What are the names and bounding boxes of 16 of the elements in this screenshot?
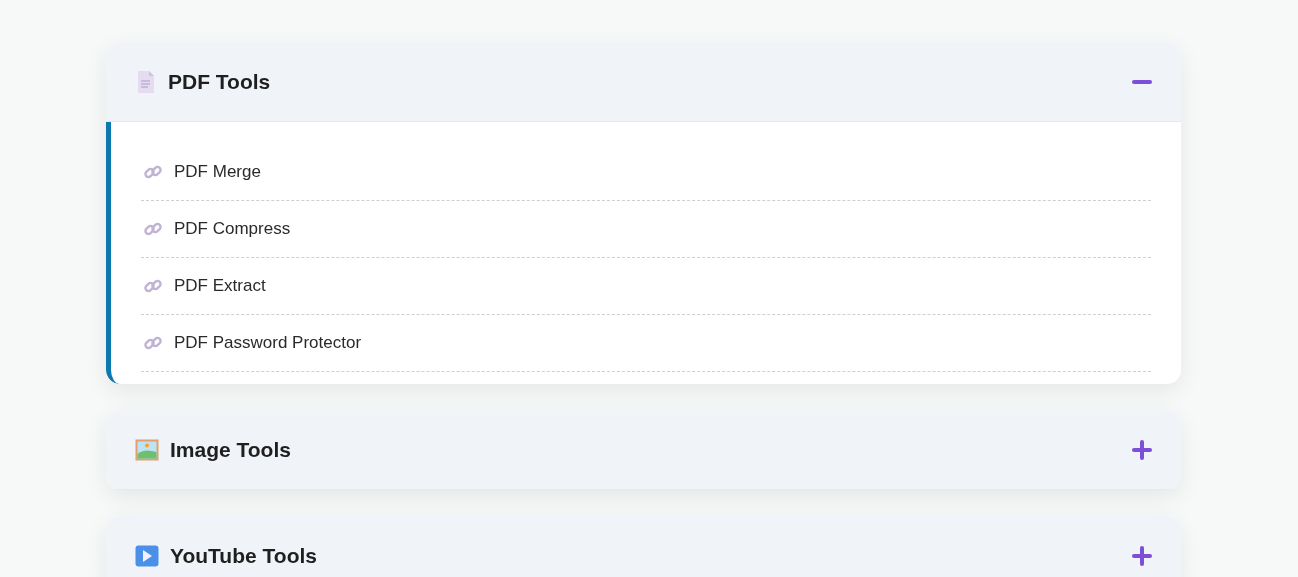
section-title: Image Tools: [170, 436, 292, 463]
tool-link[interactable]: PDF Merge: [174, 159, 261, 185]
expand-icon[interactable]: [1132, 545, 1152, 566]
accordion-header[interactable]: YouTube Tools: [106, 516, 1181, 577]
expand-icon[interactable]: [1132, 439, 1152, 460]
section-title: YouTube Tools: [170, 542, 318, 569]
tool-link[interactable]: PDF Compress: [174, 216, 291, 242]
accordion-header[interactable]: Image Tools: [106, 410, 1181, 490]
document-icon: [135, 69, 157, 94]
tool-link[interactable]: PDF Extract: [174, 273, 266, 299]
play-icon: [135, 544, 159, 567]
collapse-icon[interactable]: [1132, 79, 1152, 84]
framed-picture-icon: [135, 438, 159, 461]
section-title: PDF Tools: [168, 68, 272, 95]
accordion-header[interactable]: PDF Tools: [106, 42, 1181, 122]
tool-link[interactable]: PDF Password Protector: [174, 330, 362, 356]
